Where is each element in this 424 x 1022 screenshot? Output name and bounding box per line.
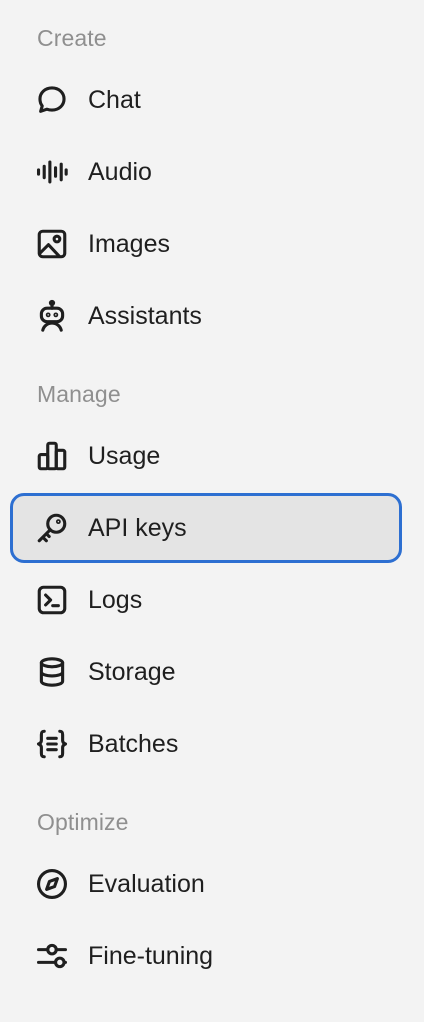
- bar-chart-icon: [34, 438, 70, 474]
- sidebar-item-assistants[interactable]: Assistants: [10, 282, 402, 350]
- sidebar-item-evaluation[interactable]: Evaluation: [10, 850, 402, 918]
- curly-braces-list-icon: [34, 726, 70, 762]
- sidebar-item-logs[interactable]: Logs: [10, 566, 402, 634]
- sidebar-item-usage[interactable]: Usage: [10, 422, 402, 490]
- sliders-icon: [34, 938, 70, 974]
- sidebar-item-images[interactable]: Images: [10, 210, 402, 278]
- sidebar-item-label: Images: [88, 230, 170, 258]
- sidebar-item-label: Evaluation: [88, 870, 205, 898]
- section-label-create: Create: [37, 25, 107, 51]
- sidebar-item-label: Batches: [88, 730, 179, 758]
- robot-icon: [34, 298, 70, 334]
- terminal-icon: [34, 582, 70, 618]
- compass-icon: [34, 866, 70, 902]
- sidebar-item-label: API keys: [88, 514, 187, 542]
- sidebar-item-api-keys[interactable]: API keys: [10, 493, 402, 563]
- sidebar-item-chat[interactable]: Chat: [10, 66, 402, 134]
- sidebar-item-audio[interactable]: Audio: [10, 138, 402, 206]
- sidebar-item-label: Usage: [88, 442, 161, 470]
- sidebar-item-label: Storage: [88, 658, 176, 686]
- sidebar-item-label: Fine-tuning: [88, 942, 214, 970]
- sidebar-item-label: Assistants: [88, 302, 202, 330]
- sidebar-nav: Create Chat Audio Images Assistants Mana…: [0, 0, 424, 1022]
- sidebar-item-label: Logs: [88, 586, 143, 614]
- key-icon: [34, 510, 70, 546]
- sidebar-item-label: Audio: [88, 158, 152, 186]
- sidebar-item-label: Chat: [88, 86, 141, 114]
- sidebar-item-fine-tuning[interactable]: Fine-tuning: [10, 922, 402, 990]
- database-icon: [34, 654, 70, 690]
- section-label-manage: Manage: [37, 381, 121, 407]
- image-icon: [34, 226, 70, 262]
- sidebar-item-storage[interactable]: Storage: [10, 638, 402, 706]
- chat-bubble-icon: [34, 82, 70, 118]
- sidebar-item-batches[interactable]: Batches: [10, 710, 402, 778]
- audio-waveform-icon: [34, 154, 70, 190]
- section-label-optimize: Optimize: [37, 809, 129, 835]
